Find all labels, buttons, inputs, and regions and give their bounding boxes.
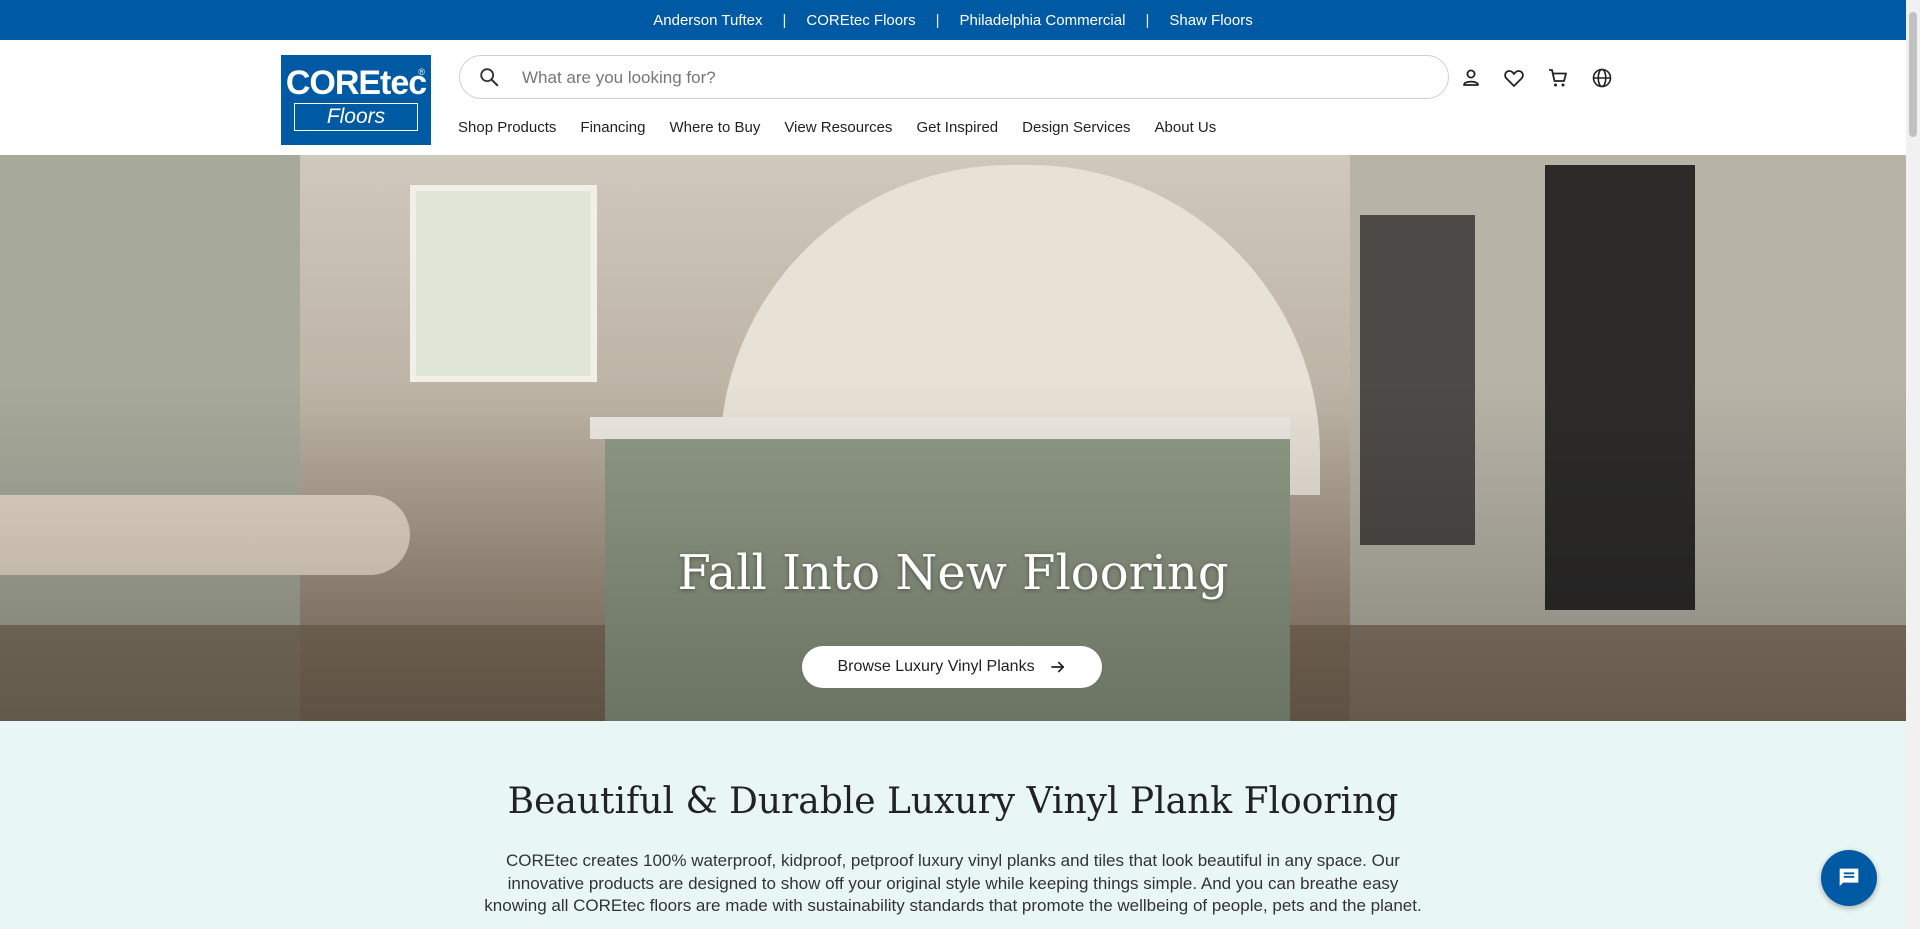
intro-heading: Beautiful & Durable Luxury Vinyl Plank F… (507, 781, 1399, 822)
search-input[interactable] (520, 64, 1424, 92)
main-nav: Shop Products Financing Where to Buy Vie… (458, 119, 1240, 136)
separator: | (782, 11, 787, 29)
brand-link-coretec-floors[interactable]: COREtec Floors (804, 12, 917, 29)
nav-item-get-inspired[interactable]: Get Inspired (916, 119, 998, 136)
nav-item-financing[interactable]: Financing (580, 119, 645, 136)
brand-bar: Anderson Tuftex | COREtec Floors | Phila… (0, 0, 1906, 40)
nav-item-about-us[interactable]: About Us (1155, 119, 1217, 136)
intro-body: COREtec creates 100% waterproof, kidproo… (484, 851, 1422, 915)
cart-icon[interactable] (1546, 66, 1570, 90)
search-icon[interactable] (478, 66, 500, 88)
brand-link-shaw-floors[interactable]: Shaw Floors (1167, 12, 1254, 29)
globe-icon[interactable] (1590, 66, 1614, 90)
separator: | (1145, 11, 1150, 29)
heart-icon[interactable] (1502, 66, 1526, 90)
search-bar[interactable] (459, 55, 1449, 99)
hero-overlay (0, 155, 1906, 721)
logo-wordmark: COREtec (285, 64, 427, 102)
logo-subtitle: Floors (294, 103, 418, 131)
logo-registered-mark: ® (418, 67, 425, 77)
nav-item-view-resources[interactable]: View Resources (784, 119, 892, 136)
separator: | (935, 11, 940, 29)
page-scrollbar[interactable] (1906, 0, 1920, 929)
coretec-logo[interactable]: COREtec ® Floors (281, 55, 431, 145)
hero-banner: Fall Into New Flooring Browse Luxury Vin… (0, 155, 1906, 721)
brand-link-philadelphia-commercial[interactable]: Philadelphia Commercial (958, 12, 1128, 29)
nav-item-where-to-buy[interactable]: Where to Buy (669, 119, 760, 136)
account-icon[interactable] (1459, 66, 1483, 90)
brand-link-anderson-tuftex[interactable]: Anderson Tuftex (651, 12, 764, 29)
browse-lvp-button[interactable]: Browse Luxury Vinyl Planks (802, 646, 1102, 688)
chat-button[interactable] (1821, 850, 1877, 906)
nav-item-shop-products[interactable]: Shop Products (458, 119, 556, 136)
site-header: COREtec ® Floors Shop Products Financing… (0, 40, 1906, 155)
chat-icon (1839, 868, 1859, 887)
arrow-right-icon (1050, 661, 1064, 673)
intro-section: Beautiful & Durable Luxury Vinyl Plank F… (0, 721, 1906, 929)
browse-lvp-label: Browse Luxury Vinyl Planks (837, 658, 1035, 675)
scrollbar-thumb[interactable] (1909, 12, 1917, 137)
hero-title: Fall Into New Flooring (677, 545, 1229, 601)
nav-item-design-services[interactable]: Design Services (1022, 119, 1130, 136)
